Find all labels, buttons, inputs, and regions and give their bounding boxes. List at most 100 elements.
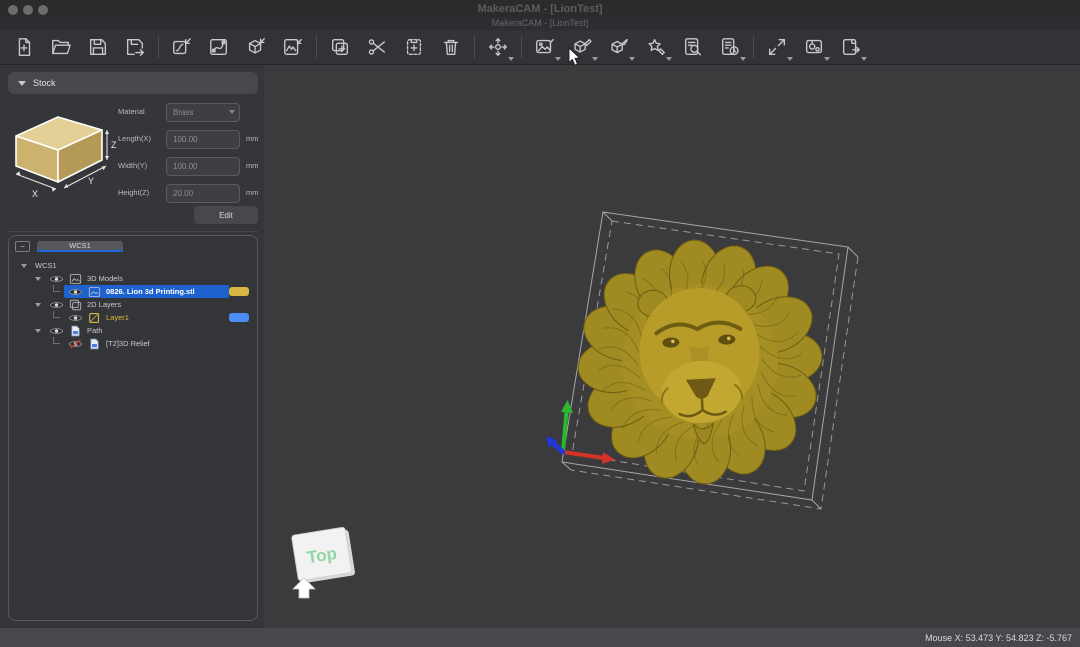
fit-view-icon bbox=[766, 36, 788, 58]
toolpath-time-icon bbox=[719, 36, 741, 58]
tree-expander-icon[interactable] bbox=[35, 329, 41, 333]
visibility-eye-off-icon[interactable] bbox=[68, 339, 83, 349]
width-y-input[interactable] bbox=[166, 157, 240, 176]
toolbar bbox=[0, 30, 1080, 65]
paste-button[interactable] bbox=[400, 33, 428, 61]
toolbar-separator bbox=[158, 36, 159, 58]
collapse-chevron-icon bbox=[18, 81, 26, 86]
dropdown-caret-icon bbox=[740, 57, 746, 61]
visibility-eye-icon[interactable] bbox=[49, 326, 64, 336]
tree-item-2d-layers[interactable]: 2D Layers bbox=[9, 298, 257, 311]
fit-view-button[interactable] bbox=[763, 33, 791, 61]
viewport-3d[interactable] bbox=[264, 65, 1080, 628]
material-input[interactable] bbox=[166, 103, 240, 122]
tree-item-label: [T2]3D Relief bbox=[106, 339, 150, 348]
tree-connector bbox=[53, 337, 60, 344]
delete-button[interactable] bbox=[437, 33, 465, 61]
tree-item-layer1[interactable]: Layer1 bbox=[9, 311, 257, 324]
new-file-button[interactable] bbox=[10, 33, 38, 61]
stock-field-length-x: Length(X)mm bbox=[118, 129, 259, 148]
layer-icon bbox=[88, 312, 101, 324]
import-relief-icon bbox=[282, 36, 304, 58]
sidebar-divider bbox=[8, 231, 258, 232]
trace-image-button[interactable] bbox=[531, 33, 559, 61]
height-z-input[interactable] bbox=[166, 184, 240, 203]
toolpath-time-button[interactable] bbox=[716, 33, 744, 61]
app-subtitle: MakeraCAM - [LionTest] bbox=[0, 17, 1080, 30]
import-vector-button[interactable] bbox=[168, 33, 196, 61]
color-swatch[interactable] bbox=[229, 313, 249, 322]
export-gcode-button[interactable] bbox=[837, 33, 865, 61]
tree-item-label: Layer1 bbox=[106, 313, 129, 322]
minimize-button[interactable] bbox=[23, 5, 33, 15]
app-window: MakeraCAM - [LionTest] MakeraCAM - [Lion… bbox=[0, 0, 1080, 647]
sidebar: Stock Z Y X Material Length(X)mm bbox=[0, 65, 264, 628]
visibility-eye-icon[interactable] bbox=[68, 313, 83, 323]
import-3d-model-button[interactable] bbox=[242, 33, 270, 61]
simulate-button[interactable] bbox=[800, 33, 828, 61]
new-file-icon bbox=[13, 36, 35, 58]
tree-expander-icon[interactable] bbox=[21, 264, 27, 268]
delete-icon bbox=[440, 36, 462, 58]
transform-button[interactable] bbox=[484, 33, 512, 61]
carve-3d-button[interactable] bbox=[605, 33, 633, 61]
texture-3d-button[interactable] bbox=[642, 33, 670, 61]
stock-preview-illustration: Z Y X bbox=[8, 100, 118, 200]
tree-connector bbox=[53, 311, 60, 318]
tab-wcs1[interactable]: WCS1 bbox=[37, 241, 123, 252]
axis-y-label: Y bbox=[88, 176, 94, 186]
statusbar: Mouse X: 53.473 Y: 54.823 Z: -5.767 bbox=[0, 628, 1080, 647]
tree-item-path[interactable]: Path bbox=[9, 324, 257, 337]
tree-expander-icon[interactable] bbox=[35, 277, 41, 281]
toolbar-separator bbox=[753, 36, 754, 58]
length-x-input[interactable] bbox=[166, 130, 240, 149]
transform-icon bbox=[487, 36, 509, 58]
edit-vector-button[interactable] bbox=[205, 33, 233, 61]
material-label: Material bbox=[118, 107, 160, 116]
save-as-icon bbox=[124, 36, 146, 58]
image-icon bbox=[69, 273, 82, 285]
copy-button[interactable] bbox=[326, 33, 354, 61]
visibility-eye-icon[interactable] bbox=[49, 274, 64, 284]
tree-item-wcs1[interactable]: WCS1 bbox=[9, 259, 257, 272]
tree-item-label: 3D Models bbox=[87, 274, 123, 283]
width-y-label: Width(Y) bbox=[118, 161, 160, 170]
toolbar-separator bbox=[474, 36, 475, 58]
dropdown-caret-icon bbox=[629, 57, 635, 61]
tree-expander-icon[interactable] bbox=[35, 303, 41, 307]
length-x-unit: mm bbox=[246, 134, 259, 143]
carve-3d-icon bbox=[608, 36, 630, 58]
visibility-eye-icon[interactable] bbox=[68, 287, 83, 297]
dropdown-caret-icon bbox=[787, 57, 793, 61]
dropdown-caret-icon bbox=[555, 57, 561, 61]
save-file-button[interactable] bbox=[84, 33, 112, 61]
cut-button[interactable] bbox=[363, 33, 391, 61]
save-file-icon bbox=[87, 36, 109, 58]
tree-item-3d-models[interactable]: 3D Models bbox=[9, 272, 257, 285]
tree-item-0826-lion-3d-printing-stl[interactable]: 0826. Lion 3d Printing.stl bbox=[9, 285, 257, 298]
stock-edit-button[interactable]: Edit bbox=[194, 206, 258, 224]
close-button[interactable] bbox=[8, 5, 18, 15]
layers-icon bbox=[69, 299, 82, 311]
paste-icon bbox=[403, 36, 425, 58]
copy-icon bbox=[329, 36, 351, 58]
stock-field-height-z: Height(Z)mm bbox=[118, 183, 259, 202]
visibility-eye-icon[interactable] bbox=[49, 300, 64, 310]
tree-item-t2-3d-relief[interactable]: [T2]3D Relief bbox=[9, 337, 257, 350]
dropdown-caret-icon bbox=[508, 57, 514, 61]
zoom-button[interactable] bbox=[38, 5, 48, 15]
width-y-unit: mm bbox=[246, 161, 259, 170]
color-swatch[interactable] bbox=[229, 287, 249, 296]
preview-toolpath-button[interactable] bbox=[679, 33, 707, 61]
tree-connector bbox=[53, 285, 60, 292]
stock-panel-header[interactable]: Stock bbox=[8, 72, 258, 94]
import-relief-button[interactable] bbox=[279, 33, 307, 61]
collapse-all-button[interactable]: − bbox=[15, 241, 30, 252]
tree-item-label: 0826. Lion 3d Printing.stl bbox=[106, 287, 195, 296]
save-as-button[interactable] bbox=[121, 33, 149, 61]
open-file-button[interactable] bbox=[47, 33, 75, 61]
stock-field-material: Material bbox=[118, 102, 259, 121]
edit-3d-model-button[interactable] bbox=[568, 33, 596, 61]
preview-toolpath-icon bbox=[682, 36, 704, 58]
tree-item-label: 2D Layers bbox=[87, 300, 121, 309]
